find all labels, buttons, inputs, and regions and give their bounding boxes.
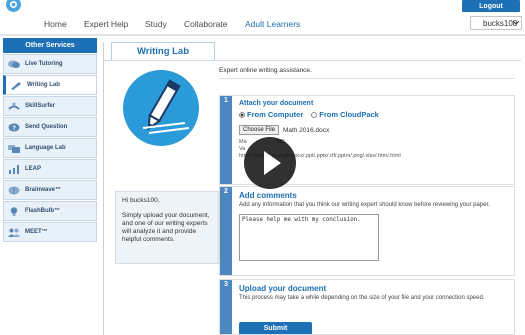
greeting-title: Hi bucks100,: [122, 197, 160, 204]
nav-expert-help[interactable]: Expert Help: [84, 19, 128, 29]
logout-button[interactable]: Logout: [462, 0, 520, 12]
tab-writing-lab[interactable]: Writing Lab: [111, 42, 215, 60]
step-comments: 2 Add comments Add any information that …: [219, 186, 515, 276]
step-number: 3: [220, 280, 232, 334]
step-upload: 3 Upload your document This process may …: [219, 279, 515, 335]
radio-unselected-icon: [311, 112, 318, 119]
max-size-prefix: Ma: [239, 139, 247, 145]
radio-label: From Computer: [247, 110, 304, 119]
radio-selected-icon: [239, 112, 245, 119]
sidebar-item-language-lab[interactable]: Language Lab: [3, 138, 97, 158]
top-bar: Logout: [0, 0, 525, 14]
sidebar-title: Other Services: [3, 38, 97, 53]
surfer-icon: [8, 102, 20, 111]
intro-divider: [219, 78, 515, 79]
submit-button[interactable]: Submit: [239, 322, 312, 334]
main-panel: Writing Lab Hi bucks100, Simply upload y…: [103, 42, 521, 335]
radio-from-cloudpack[interactable]: From CloudPack: [311, 110, 379, 119]
step-description: Add any information that you think our w…: [239, 202, 490, 208]
step-title: Attach your document: [239, 100, 314, 107]
user-select[interactable]: bucks100: [470, 16, 522, 30]
choose-file-button[interactable]: Choose File: [239, 125, 280, 135]
greeting-box: Hi bucks100, Simply upload your document…: [115, 191, 219, 264]
sidebar-item-label: FlashBulb™: [25, 208, 61, 214]
nav-adult-learners[interactable]: Adult Learners: [245, 19, 300, 29]
people-icon: [8, 228, 20, 237]
radio-label: From CloudPack: [319, 110, 379, 119]
chevron-down-icon: [513, 20, 519, 25]
sidebar: Other Services Live Tutoring Writing Lab…: [3, 38, 97, 242]
chat-bubble-icon: [8, 60, 20, 69]
selected-file-name: Math 2016.docx: [283, 126, 330, 134]
writing-lab-illustration: [123, 70, 199, 146]
sidebar-item-send-question[interactable]: ? Send Question: [3, 117, 97, 137]
step-title: Upload your document: [239, 284, 327, 293]
sidebar-item-label: SkillSurfer: [25, 103, 56, 109]
sidebar-item-flashbulb[interactable]: FlashBulb™: [3, 201, 97, 221]
step-title: Add comments: [239, 191, 297, 200]
step-description: This process may take a while depending …: [239, 295, 485, 301]
svg-text:?: ?: [12, 126, 16, 132]
sidebar-item-label: MEET™: [25, 229, 48, 235]
logo[interactable]: [6, 0, 21, 12]
sidebar-item-leap[interactable]: LEAP: [3, 159, 97, 179]
sidebar-item-label: Language Lab: [25, 145, 66, 151]
sidebar-item-meet[interactable]: MEET™: [3, 222, 97, 242]
sidebar-item-label: Send Question: [25, 124, 68, 130]
sidebar-item-label: Writing Lab: [27, 82, 60, 88]
language-icon: [8, 144, 20, 153]
main-nav: Home Expert Help Study Collaborate Adult…: [0, 14, 525, 36]
step-number: 2: [220, 187, 232, 275]
nav-study[interactable]: Study: [145, 19, 167, 29]
sidebar-item-writing-lab[interactable]: Writing Lab: [3, 75, 97, 95]
chart-icon: [8, 164, 20, 174]
sidebar-item-label: LEAP: [25, 166, 42, 172]
pencil-icon: [142, 79, 190, 134]
bulb-icon: [8, 206, 20, 216]
nav-collaborate[interactable]: Collaborate: [184, 19, 227, 29]
play-button[interactable]: [244, 137, 296, 189]
sidebar-item-label: Brainwave™: [25, 187, 62, 193]
greeting-text: Simply upload your document, and one of …: [122, 212, 210, 243]
step-number: 1: [220, 96, 232, 184]
sidebar-item-brainwave[interactable]: Brainwave™: [3, 180, 97, 200]
pencil-icon: [10, 81, 22, 90]
intro-text: Expert online writing assistance.: [219, 67, 312, 74]
question-icon: ?: [8, 123, 20, 132]
comments-textarea[interactable]: Please help me with my conclusion.: [239, 213, 379, 261]
brain-icon: [8, 186, 20, 195]
sidebar-item-live-tutoring[interactable]: Live Tutoring: [3, 54, 97, 74]
info-column: Hi bucks100, Simply upload your document…: [111, 61, 219, 335]
nav-home[interactable]: Home: [44, 19, 67, 29]
logo-icon: [6, 0, 21, 12]
valid-types-prefix: Va: [239, 146, 246, 152]
radio-from-computer[interactable]: From Computer: [239, 110, 303, 119]
sidebar-item-skillsurfer[interactable]: SkillSurfer: [3, 96, 97, 116]
sidebar-item-label: Live Tutoring: [25, 61, 63, 67]
